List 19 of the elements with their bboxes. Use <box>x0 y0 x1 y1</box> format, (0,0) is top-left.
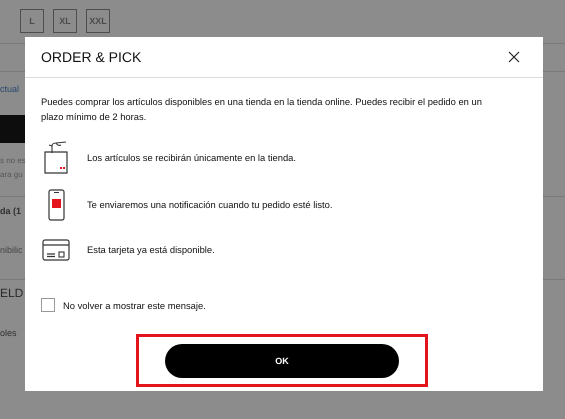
availability-text: nibilic <box>0 245 23 255</box>
intro-text: Puedes comprar los artículos disponibles en una tienda en la tienda online. Puedes recibir el pedido en un plazo mínimo de 2 horas. <box>41 95 483 124</box>
dialog-title: ORDER & PICK <box>41 49 142 65</box>
bag-with-hand-icon <box>43 140 69 174</box>
size-option[interactable]: XXL <box>86 9 110 33</box>
ok-button[interactable]: OK <box>165 344 399 378</box>
checkbox[interactable] <box>41 298 55 312</box>
size-option[interactable]: XL <box>53 9 77 33</box>
feature-text: Esta tarjeta ya está disponible. <box>87 244 215 255</box>
footer-text: oles <box>0 328 17 338</box>
link-text[interactable]: ctual <box>0 84 20 94</box>
size-option[interactable]: L <box>20 9 44 33</box>
checkbox-label: No volver a mostrar este mensaje. <box>63 300 206 310</box>
credit-card-icon <box>42 238 70 260</box>
close-icon[interactable] <box>508 51 520 63</box>
feature-text: Te enviaremos una notificación cuando tu pedido esté listo. <box>87 199 332 210</box>
feature-text: Los artículos se recibirán únicamente en la tienda. <box>87 152 296 162</box>
product-title: ELD <box>0 286 24 300</box>
section-title: da (1 <box>0 206 22 216</box>
